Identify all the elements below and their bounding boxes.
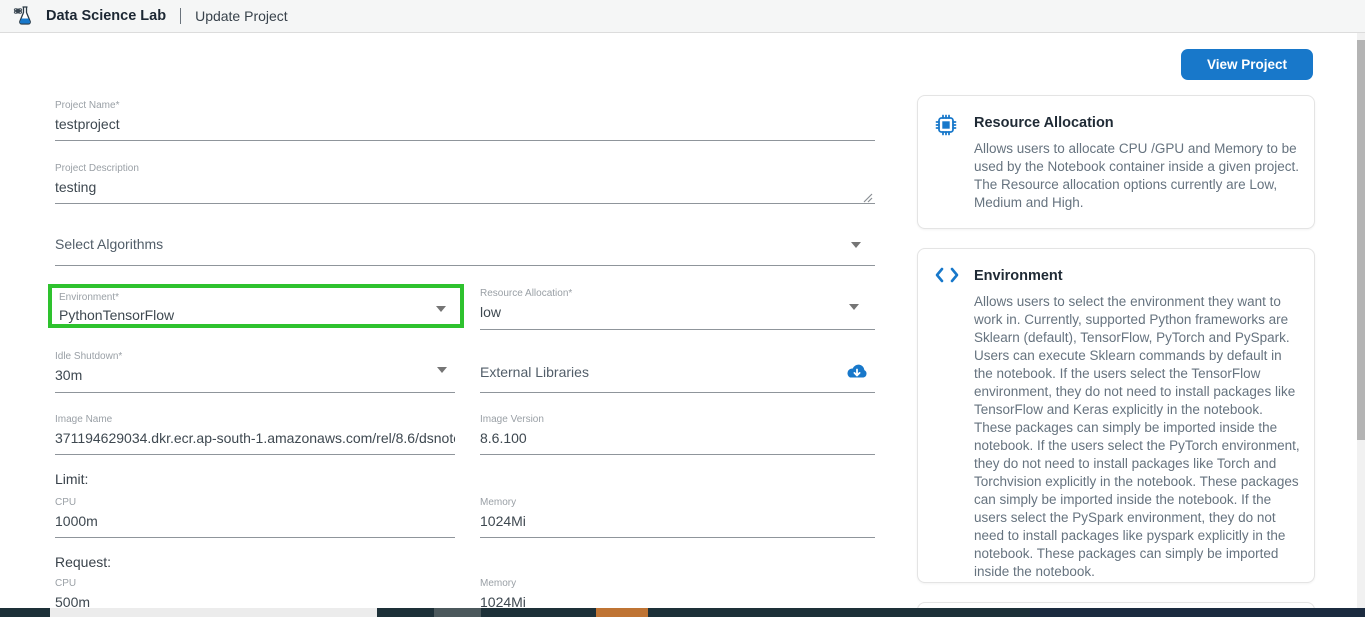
limit-heading: Limit: bbox=[55, 471, 88, 487]
resource-allocation-info-card: Resource Allocation Allows users to allo… bbox=[917, 95, 1315, 229]
limit-cpu-label: CPU bbox=[55, 497, 455, 508]
project-name-label: Project Name* bbox=[55, 100, 875, 111]
external-libraries-input[interactable] bbox=[480, 364, 810, 380]
update-project-page: Data Science Lab Update Project View Pro… bbox=[0, 0, 1365, 617]
environment-info-card: Environment Allows users to select the e… bbox=[917, 248, 1315, 583]
code-icon bbox=[934, 265, 960, 568]
request-cpu-label: CPU bbox=[55, 578, 455, 589]
limit-memory-field[interactable]: Memory 1024Mi bbox=[480, 497, 875, 538]
resource-allocation-label: Resource Allocation* bbox=[480, 288, 875, 299]
image-version-value: 8.6.100 bbox=[480, 430, 875, 446]
image-name-value: 371194629034.dkr.ecr.ap-south-1.amazonaw… bbox=[55, 430, 455, 446]
strip-segment bbox=[1030, 608, 1365, 617]
caret-down-icon[interactable] bbox=[849, 304, 859, 310]
project-name-field[interactable]: Project Name* testproject bbox=[55, 100, 875, 141]
idle-shutdown-value: 30m bbox=[55, 367, 455, 383]
select-algorithms-label: Select Algorithms bbox=[55, 230, 875, 252]
limit-memory-value: 1024Mi bbox=[480, 513, 875, 529]
caret-down-icon[interactable] bbox=[436, 306, 446, 312]
app-header: Data Science Lab Update Project bbox=[0, 0, 1365, 33]
caret-down-icon[interactable] bbox=[851, 242, 861, 248]
strip-segment bbox=[596, 608, 648, 617]
limit-memory-label: Memory bbox=[480, 497, 875, 508]
environment-value: PythonTensorFlow bbox=[59, 307, 460, 323]
card-title: Resource Allocation bbox=[974, 112, 1300, 131]
card-description: Allows users to allocate CPU /GPU and Me… bbox=[974, 140, 1300, 212]
image-name-label: Image Name bbox=[55, 414, 455, 425]
app-title: Data Science Lab bbox=[46, 8, 166, 24]
image-version-field[interactable]: Image Version 8.6.100 bbox=[480, 414, 875, 455]
project-name-value: testproject bbox=[55, 116, 875, 132]
external-libraries-field[interactable] bbox=[480, 358, 875, 393]
environment-label: Environment* bbox=[59, 292, 460, 303]
select-algorithms-dropdown[interactable]: Select Algorithms bbox=[55, 230, 875, 266]
card-content: Environment Allows users to select the e… bbox=[974, 265, 1300, 568]
cloud-download-icon[interactable] bbox=[845, 362, 869, 387]
vertical-scrollbar-thumb[interactable] bbox=[1357, 40, 1365, 440]
request-memory-label: Memory bbox=[480, 578, 875, 589]
idle-shutdown-dropdown[interactable]: Idle Shutdown* 30m bbox=[55, 351, 455, 393]
image-version-label: Image Version bbox=[480, 414, 875, 425]
project-description-value: testing bbox=[55, 179, 875, 195]
caret-down-icon[interactable] bbox=[437, 367, 447, 373]
idle-shutdown-label: Idle Shutdown* bbox=[55, 351, 455, 362]
strip-segment bbox=[434, 608, 481, 617]
flask-icon bbox=[12, 4, 36, 28]
resize-grip-icon[interactable] bbox=[863, 190, 873, 200]
card-title: Environment bbox=[974, 265, 1300, 284]
resource-allocation-dropdown[interactable]: Resource Allocation* low bbox=[480, 288, 875, 330]
limit-cpu-value: 1000m bbox=[55, 513, 455, 529]
request-heading: Request: bbox=[55, 554, 111, 570]
environment-dropdown-highlight[interactable]: Environment* PythonTensorFlow bbox=[48, 284, 464, 328]
page-title: Update Project bbox=[195, 8, 288, 24]
header-divider bbox=[180, 8, 181, 24]
view-project-button[interactable]: View Project bbox=[1181, 49, 1313, 80]
project-description-label: Project Description bbox=[55, 163, 875, 174]
project-description-field[interactable]: Project Description testing bbox=[55, 163, 875, 204]
image-name-field[interactable]: Image Name 371194629034.dkr.ecr.ap-south… bbox=[55, 414, 455, 455]
bottom-strip bbox=[0, 608, 1365, 617]
card-content: Resource Allocation Allows users to allo… bbox=[974, 112, 1300, 214]
chip-icon bbox=[934, 112, 960, 214]
limit-cpu-field[interactable]: CPU 1000m bbox=[55, 497, 455, 538]
card-description: Allows users to select the environment t… bbox=[974, 293, 1300, 581]
resource-allocation-value: low bbox=[480, 304, 875, 320]
horizontal-scrollbar-thumb[interactable] bbox=[50, 608, 377, 617]
